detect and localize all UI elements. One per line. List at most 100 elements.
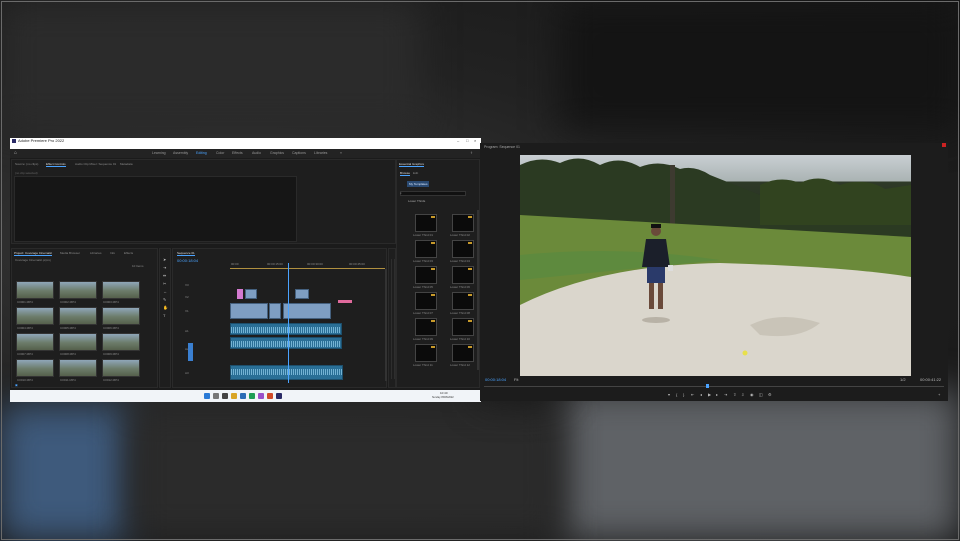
marker-icon[interactable]: ▾ (668, 392, 670, 397)
type-tool-icon[interactable]: T (163, 313, 165, 318)
video-clip[interactable] (295, 289, 309, 299)
audio-clip[interactable] (230, 365, 343, 380)
track-header-a3[interactable]: A3 (185, 371, 189, 375)
tab-media-browser[interactable]: Media Browser (60, 251, 80, 255)
video-clip[interactable] (283, 303, 331, 319)
tab-project[interactable]: Project: Coverage Cinematic (14, 251, 53, 256)
clip-thumb[interactable] (59, 307, 97, 325)
eg-template-thumb[interactable] (415, 318, 437, 336)
eg-template-thumb[interactable] (452, 214, 474, 232)
zoom-select[interactable]: Fit (514, 377, 518, 382)
mail-icon[interactable] (240, 393, 246, 399)
premiere-taskbar-icon[interactable] (276, 393, 282, 399)
pen-tool-icon[interactable]: ✎ (163, 297, 166, 302)
graphic-clip[interactable] (338, 300, 352, 303)
step-back-icon[interactable]: ◂ (700, 392, 702, 397)
track-select-icon[interactable]: ⇥ (163, 265, 166, 270)
hand-tool-icon[interactable]: ✋ (163, 305, 168, 310)
video-clip[interactable] (245, 289, 257, 299)
clip-thumb[interactable] (102, 333, 140, 351)
tab-source[interactable]: Source: (no clips) (15, 162, 38, 166)
quality-select[interactable]: 1/2 (900, 377, 906, 382)
workspace-libraries[interactable]: Libraries (314, 149, 327, 158)
eg-template-thumb[interactable] (415, 214, 437, 232)
step-forward-icon[interactable]: ▸ (716, 392, 718, 397)
play-icon[interactable]: ▶ (708, 392, 711, 397)
program-scrub-bar[interactable] (484, 386, 944, 387)
graphic-clip[interactable] (237, 289, 243, 299)
audio-clip[interactable] (230, 323, 342, 335)
eg-tab-browse[interactable]: Browse (400, 171, 411, 176)
program-playhead[interactable] (706, 384, 709, 388)
mark-in-icon[interactable]: { (676, 392, 677, 397)
video-clip[interactable] (269, 303, 281, 319)
eg-template-thumb[interactable] (415, 344, 437, 362)
workspace-editing[interactable]: Editing (196, 149, 207, 158)
track-header-v1[interactable]: V1 (185, 309, 189, 313)
export-frame-icon[interactable]: ◉ (750, 392, 754, 397)
edge-icon[interactable] (249, 393, 255, 399)
selection-tool-icon[interactable]: ➤ (163, 257, 166, 262)
tab-audio-clip-mixer[interactable]: Audio Clip Mixer: Sequence 01 (75, 162, 116, 166)
clip-thumb[interactable] (16, 333, 54, 351)
eg-template-thumb[interactable] (415, 266, 437, 284)
eg-scrollbar[interactable] (477, 210, 479, 370)
eg-template-thumb[interactable] (452, 344, 474, 362)
mark-out-icon[interactable]: } (683, 392, 684, 397)
clip-thumb[interactable] (16, 281, 54, 299)
eg-template-thumb[interactable] (415, 292, 437, 310)
clip-thumb[interactable] (59, 359, 97, 377)
tab-libraries[interactable]: Libraries (90, 251, 102, 255)
razor-tool-icon[interactable]: ✂ (163, 281, 166, 286)
eg-template-thumb[interactable] (452, 292, 474, 310)
add-button-icon[interactable]: + (938, 392, 940, 397)
workspace-audio[interactable]: Audio (252, 149, 261, 158)
chrome-icon[interactable] (267, 393, 273, 399)
track-header-v2[interactable]: V2 (185, 295, 189, 299)
clip-thumb[interactable] (16, 307, 54, 325)
workspace-effects[interactable]: Effects (232, 149, 243, 158)
clip-thumb[interactable] (102, 359, 140, 377)
tab-effect-controls[interactable]: Effect Controls (46, 162, 66, 167)
playhead[interactable] (288, 263, 289, 383)
new-item-icon[interactable]: ▣ (15, 383, 18, 387)
tab-sequence[interactable]: Sequence 01 (177, 251, 195, 256)
eg-filter-select[interactable]: Lower Thirds (408, 199, 425, 203)
slip-tool-icon[interactable]: ↔ (163, 289, 167, 294)
workspace-learning[interactable]: Learning (152, 149, 166, 158)
search-icon[interactable] (213, 393, 219, 399)
settings-icon[interactable]: ⚙ (768, 392, 772, 397)
task-view-icon[interactable] (222, 393, 228, 399)
video-clip[interactable] (230, 303, 268, 319)
home-icon[interactable]: ⌂ (14, 151, 19, 156)
clip-thumb[interactable] (59, 333, 97, 351)
timeline-scrollbar[interactable] (385, 269, 387, 381)
workspace-color[interactable]: Color (216, 149, 224, 158)
eg-template-thumb[interactable] (415, 240, 437, 258)
eg-template-thumb[interactable] (452, 266, 474, 284)
workspace-graphics[interactable]: Graphics (270, 149, 284, 158)
app-icon[interactable] (258, 393, 264, 399)
eg-tab-edit[interactable]: Edit (413, 171, 418, 175)
clip-thumb[interactable] (59, 281, 97, 299)
workspace-more-icon[interactable]: » (340, 149, 342, 158)
audio-clip[interactable] (230, 337, 342, 349)
eg-template-thumb[interactable] (452, 318, 474, 336)
extract-icon[interactable]: ⇩ (741, 392, 744, 397)
clip-thumb[interactable] (102, 281, 140, 299)
tab-effects[interactable]: Effects (124, 251, 133, 255)
my-templates-button[interactable]: My Templates (407, 181, 430, 187)
compare-icon[interactable]: ◫ (759, 392, 763, 397)
workspace-assembly[interactable]: Assembly (173, 149, 188, 158)
track-target-a[interactable] (188, 343, 193, 361)
program-timecode[interactable]: 00:00:18:04 (485, 377, 506, 382)
timeline-timecode[interactable]: 00:00:18:04 (177, 258, 198, 263)
start-icon[interactable] (204, 393, 210, 399)
lift-icon[interactable]: ⇧ (733, 392, 736, 397)
tab-metadata[interactable]: Metadata (120, 162, 133, 166)
clip-thumb[interactable] (102, 307, 140, 325)
go-to-in-icon[interactable]: ⇤ (691, 392, 694, 397)
ripple-edit-icon[interactable]: ⇹ (163, 273, 166, 278)
eg-search-input[interactable] (400, 191, 466, 196)
go-to-out-icon[interactable]: ⇥ (724, 392, 727, 397)
